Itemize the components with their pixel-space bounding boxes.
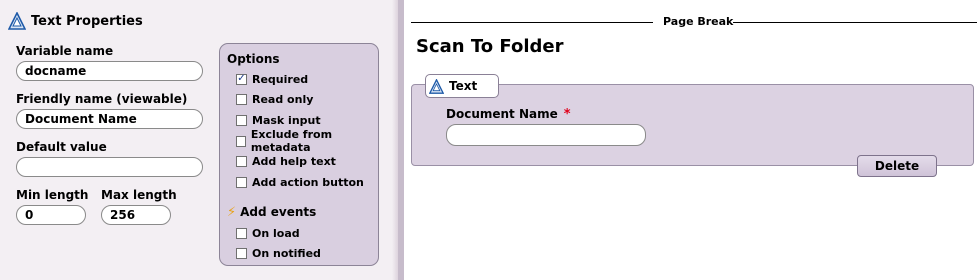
app-logo-icon	[429, 78, 444, 94]
default-value-input[interactable]	[16, 157, 203, 177]
option-label: Exclude from metadata	[250, 128, 333, 154]
event-on-notified[interactable]: On notified	[236, 245, 321, 261]
option-label: Read only	[252, 92, 314, 106]
option-read-only[interactable]: Read only	[236, 91, 313, 107]
option-add-help-text[interactable]: Add help text	[236, 153, 336, 169]
option-add-action-button[interactable]: Add action button	[236, 174, 364, 190]
option-label: Add help text	[252, 154, 336, 168]
page-break-line-right	[733, 22, 977, 23]
friendly-name-input[interactable]: Document Name	[16, 109, 203, 129]
page-break[interactable]: Page Break	[411, 15, 977, 29]
event-label: On load	[252, 226, 300, 240]
text-tab-label: Text	[449, 79, 478, 93]
document-name-input[interactable]	[446, 124, 646, 146]
document-name-label: Document Name *	[446, 107, 571, 122]
max-length-input[interactable]: 256	[101, 205, 171, 225]
friendly-name-label: Friendly name (viewable)	[16, 92, 188, 106]
page-break-line-left	[411, 22, 653, 23]
min-length-label: Min length	[16, 188, 89, 202]
variable-name-label: Variable name	[16, 44, 114, 58]
required-asterisk: *	[563, 107, 571, 122]
min-length-input[interactable]: 0	[16, 205, 86, 225]
form-canvas: Page Break Scan To Folder Text Document …	[404, 0, 977, 280]
option-label: Required	[252, 72, 309, 86]
mask-input-checkbox[interactable]	[236, 114, 247, 126]
add-events-title: Add events	[240, 205, 317, 219]
panel-title: Text Properties	[31, 13, 143, 29]
options-title: Options	[227, 52, 280, 66]
event-label: On notified	[252, 246, 321, 260]
on-load-checkbox[interactable]	[236, 227, 247, 239]
delete-button[interactable]: Delete	[857, 155, 937, 177]
option-exclude-metadata[interactable]: Exclude from metadata	[236, 128, 378, 154]
add-help-text-checkbox[interactable]	[236, 155, 247, 167]
on-notified-checkbox[interactable]	[236, 247, 247, 259]
document-name-label-text: Document Name	[446, 107, 558, 121]
lightning-icon: ⚡	[227, 204, 237, 220]
panel-header: Text Properties	[8, 10, 143, 32]
default-value-label: Default value	[16, 140, 107, 154]
variable-name-input[interactable]: docname	[16, 61, 203, 81]
add-action-button-checkbox[interactable]	[236, 176, 247, 188]
exclude-metadata-checkbox[interactable]	[236, 135, 246, 147]
required-checkbox[interactable]: ✓	[236, 73, 247, 85]
option-required[interactable]: ✓ Required	[236, 71, 308, 87]
text-group-tab[interactable]: Text	[425, 74, 499, 98]
option-label: Add action button	[252, 175, 364, 189]
option-label: Mask input	[252, 113, 321, 127]
app-logo-icon	[8, 12, 26, 30]
options-box: Options ✓ Required Read only Mask input …	[219, 43, 379, 266]
text-properties-panel: Text Properties Variable name docname Fr…	[0, 0, 399, 280]
page-break-label: Page Break	[663, 15, 734, 28]
max-length-label: Max length	[101, 188, 177, 202]
option-mask-input[interactable]: Mask input	[236, 112, 321, 128]
add-events-header: ⚡ Add events	[227, 204, 316, 220]
read-only-checkbox[interactable]	[236, 93, 247, 105]
form-title: Scan To Folder	[416, 36, 564, 57]
event-on-load[interactable]: On load	[236, 225, 300, 241]
